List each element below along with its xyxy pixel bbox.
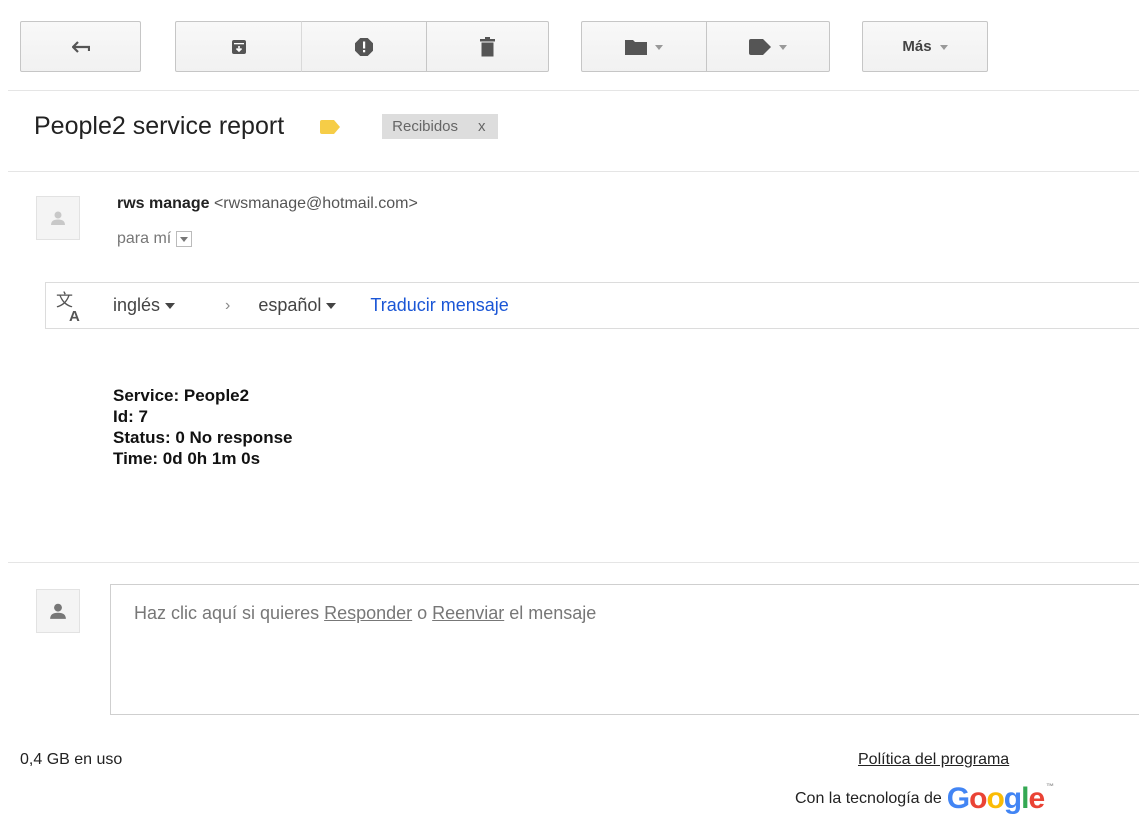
remove-label-button[interactable]: x bbox=[478, 118, 486, 135]
trash-icon bbox=[480, 36, 495, 56]
trademark: ™ bbox=[1046, 782, 1055, 791]
user-avatar bbox=[36, 589, 80, 633]
folder-icon bbox=[625, 39, 647, 55]
reply-prompt-prefix: Haz clic aquí si quieres bbox=[134, 603, 325, 623]
person-icon bbox=[51, 211, 65, 225]
inbox-label-chip: Recibidos x bbox=[382, 114, 498, 139]
forward-link[interactable]: Reenviar bbox=[432, 603, 504, 623]
more-button-label: Más bbox=[902, 38, 932, 55]
reply-prompt-suffix: el mensaje bbox=[504, 603, 597, 623]
more-button[interactable]: Más bbox=[862, 21, 988, 72]
body-line: Id: 7 bbox=[113, 407, 148, 426]
body-line: Status: 0 No response bbox=[113, 428, 293, 447]
chevron-down-icon bbox=[165, 302, 176, 309]
tag-icon bbox=[749, 38, 771, 55]
move-to-folder-button[interactable] bbox=[581, 21, 707, 72]
labels-button[interactable] bbox=[706, 21, 830, 72]
back-button[interactable] bbox=[20, 21, 141, 72]
person-icon bbox=[50, 603, 66, 619]
source-language-label: inglés bbox=[113, 295, 161, 315]
archive-icon bbox=[231, 39, 246, 54]
sender-name: rws manage bbox=[117, 195, 210, 212]
spam-alert-icon bbox=[355, 37, 373, 56]
chevron-down-icon bbox=[180, 236, 189, 242]
divider bbox=[8, 562, 1139, 563]
target-language-label: español bbox=[258, 295, 322, 315]
recipient-label: para mí bbox=[117, 230, 172, 247]
chevron-down-icon bbox=[779, 45, 787, 50]
inbox-label-text: Recibidos bbox=[392, 118, 459, 135]
google-logo-letter: o bbox=[986, 782, 1004, 815]
translate-message-link[interactable]: Traducir mensaje bbox=[370, 295, 508, 316]
toolbar: Más bbox=[20, 21, 1139, 73]
translate-icon: 文 A bbox=[56, 291, 80, 323]
storage-usage: 0,4 GB en uso bbox=[20, 751, 123, 768]
important-label-icon[interactable] bbox=[320, 119, 341, 134]
report-spam-button[interactable] bbox=[301, 21, 427, 72]
chevron-down-icon bbox=[326, 302, 337, 309]
recipient-line: para mí bbox=[117, 230, 193, 248]
back-arrow-icon bbox=[71, 40, 90, 53]
google-logo-letter: e bbox=[1028, 782, 1045, 815]
svg-text:A: A bbox=[69, 308, 80, 323]
arrow-right-icon: › bbox=[225, 296, 231, 314]
reply-link[interactable]: Responder bbox=[324, 603, 412, 623]
powered-by: Con la tecnología de Google ™ bbox=[795, 782, 1054, 816]
email-body: Service: People2 Id: 7 Status: 0 No resp… bbox=[113, 385, 293, 469]
target-language-select[interactable]: español bbox=[258, 295, 337, 316]
sender-email: <rwsmanage@hotmail.com> bbox=[213, 195, 418, 212]
program-policy-link[interactable]: Política del programa bbox=[858, 751, 1009, 769]
chevron-down-icon bbox=[655, 45, 663, 50]
divider bbox=[8, 171, 1139, 172]
body-line: Service: People2 bbox=[113, 386, 250, 405]
archive-button[interactable] bbox=[175, 21, 302, 72]
show-details-button[interactable] bbox=[176, 231, 193, 247]
reply-box[interactable]: Haz clic aquí si quieres Responder o Ree… bbox=[110, 584, 1139, 715]
sender-avatar bbox=[36, 196, 80, 240]
reply-prompt-middle: o bbox=[412, 603, 433, 623]
google-logo-letter: g bbox=[1003, 782, 1022, 815]
google-logo-letter: G bbox=[946, 782, 970, 815]
divider bbox=[8, 90, 1139, 91]
source-language-select[interactable]: inglés bbox=[113, 295, 176, 316]
translate-bar: 文 A inglés › español Traducir mensaje bbox=[45, 282, 1139, 329]
subject-row: People2 service report Recibidos x bbox=[34, 112, 498, 141]
email-subject: People2 service report bbox=[34, 112, 285, 140]
google-logo: Google ™ bbox=[947, 782, 1054, 816]
google-logo-letters: Google bbox=[946, 782, 1045, 815]
body-line: Time: 0d 0h 1m 0s bbox=[113, 449, 261, 468]
chevron-down-icon bbox=[939, 45, 948, 50]
powered-by-text: Con la tecnología de bbox=[795, 790, 942, 807]
sender-line: rws manage <rwsmanage@hotmail.com> bbox=[117, 195, 418, 213]
delete-button[interactable] bbox=[426, 21, 549, 72]
google-logo-letter: o bbox=[969, 782, 987, 815]
